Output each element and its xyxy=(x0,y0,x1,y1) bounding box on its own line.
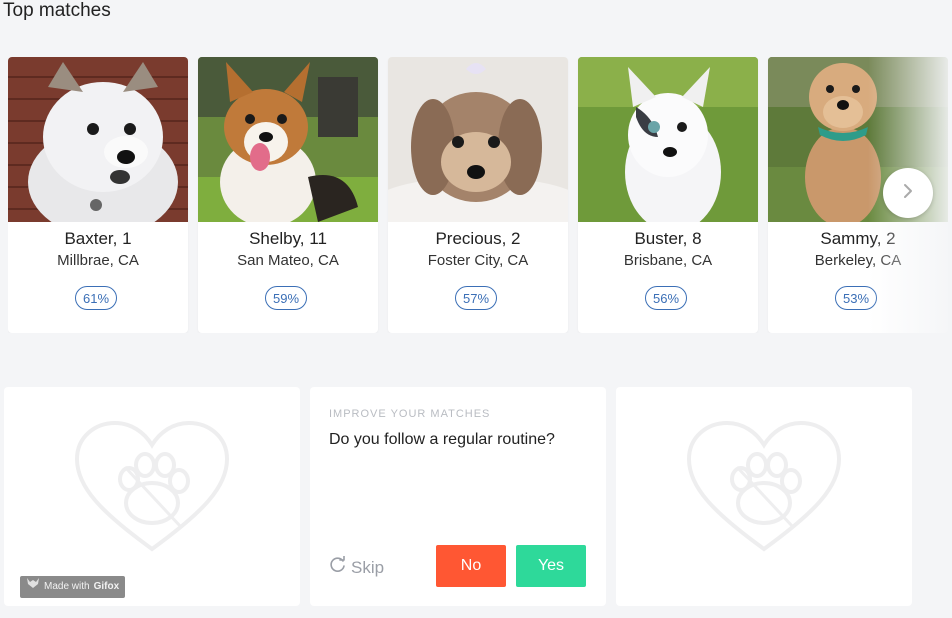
heart-paw-icon xyxy=(71,417,233,562)
placeholder-panel-right xyxy=(616,387,912,606)
refresh-icon xyxy=(329,555,347,579)
skip-button[interactable]: Skip xyxy=(329,555,385,579)
fox-icon xyxy=(26,576,40,598)
pet-name: Sammy, 2 xyxy=(820,229,896,248)
chevron-right-icon xyxy=(901,183,915,204)
match-card-shelby[interactable]: Shelby, 11 San Mateo, CA 59% xyxy=(198,57,378,333)
watermark-prefix: Made with xyxy=(44,581,90,592)
pet-name: Buster, 8 xyxy=(634,229,702,248)
pet-location: Foster City, CA xyxy=(427,252,529,269)
pet-location: Millbrae, CA xyxy=(57,252,139,269)
match-percent-badge: 59% xyxy=(265,286,307,310)
match-card-baxter[interactable]: Baxter, 1 Millbrae, CA 61% xyxy=(8,57,188,333)
pet-location: Brisbane, CA xyxy=(623,252,713,269)
match-percent-badge: 53% xyxy=(835,286,877,310)
pet-name: Shelby, 11 xyxy=(249,229,327,248)
improve-section-label: IMPROVE YOUR MATCHES xyxy=(329,408,491,420)
pet-location: San Mateo, CA xyxy=(237,252,339,269)
match-card-precious[interactable]: Precious, 2 Foster City, CA 57% xyxy=(388,57,568,333)
gifox-watermark: Made with Gifox xyxy=(20,576,125,598)
match-percent-badge: 56% xyxy=(645,286,687,310)
watermark-brand: Gifox xyxy=(93,581,120,592)
question-text: Do you follow a regular routine? xyxy=(329,431,555,448)
match-percent-badge: 57% xyxy=(455,286,497,310)
yes-button[interactable]: Yes xyxy=(516,545,586,587)
pet-photo-buster[interactable] xyxy=(578,57,758,222)
match-card-buster[interactable]: Buster, 8 Brisbane, CA 56% xyxy=(578,57,758,333)
placeholder-panel-left: Made with Gifox xyxy=(4,387,300,606)
improve-matches-panel: IMPROVE YOUR MATCHES Do you follow a reg… xyxy=(310,387,606,606)
carousel-next-button[interactable] xyxy=(883,168,933,218)
pet-photo-shelby[interactable] xyxy=(198,57,378,222)
page-title: Top matches xyxy=(3,0,111,21)
pet-photo-baxter[interactable] xyxy=(8,57,188,222)
pet-name: Precious, 2 xyxy=(435,229,521,248)
skip-label: Skip xyxy=(351,557,385,577)
pet-photo-precious[interactable] xyxy=(388,57,568,222)
pet-name: Baxter, 1 xyxy=(64,229,132,248)
match-percent-badge: 61% xyxy=(75,286,117,310)
no-button[interactable]: No xyxy=(436,545,506,587)
heart-paw-icon xyxy=(683,417,845,562)
matches-carousel: Baxter, 1 Millbrae, CA 61% Shelby, 11 Sa… xyxy=(8,57,952,333)
pet-location: Berkeley, CA xyxy=(814,252,902,269)
